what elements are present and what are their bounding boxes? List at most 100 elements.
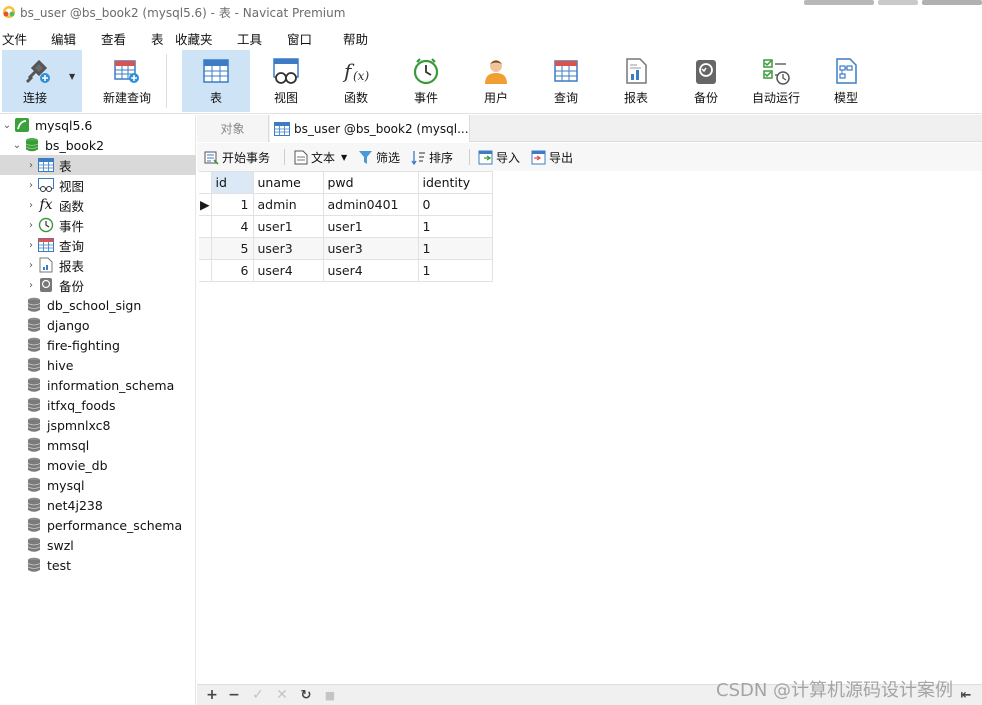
cell-id[interactable]: 6: [210, 259, 254, 282]
tree-database-item[interactable]: net4j238: [0, 495, 196, 515]
menu-tools[interactable]: 工具: [237, 29, 262, 48]
chevron-down-icon[interactable]: ⌄: [2, 120, 12, 131]
tree-database-label: hive: [47, 357, 74, 373]
column-header-id[interactable]: id: [210, 171, 254, 194]
filter-button[interactable]: 筛选: [358, 148, 400, 166]
import-button[interactable]: 导入: [478, 148, 520, 166]
tree-database-item[interactable]: db_school_sign: [0, 295, 196, 315]
tree-database-item[interactable]: django: [0, 315, 196, 335]
cell-uname[interactable]: user4: [252, 259, 324, 282]
tree-database-item[interactable]: swzl: [0, 535, 196, 555]
column-header-pwd[interactable]: pwd: [322, 171, 419, 194]
add-record-icon[interactable]: +: [203, 686, 221, 704]
tree-item-reports[interactable]: › 报表: [0, 255, 196, 275]
tree-database-item[interactable]: performance_schema: [0, 515, 196, 535]
connect-dropdown-icon[interactable]: ▼: [69, 72, 75, 81]
chevron-right-icon[interactable]: ›: [26, 160, 36, 171]
menu-table[interactable]: 表: [151, 29, 164, 48]
chevron-right-icon[interactable]: ›: [26, 180, 36, 191]
cell-pwd[interactable]: user4: [322, 259, 419, 282]
tab-bs-user[interactable]: bs_user @bs_book2 (mysql...: [270, 115, 470, 142]
tree-item-queries[interactable]: › 查询: [0, 235, 196, 255]
tree-database-item[interactable]: mmsql: [0, 435, 196, 455]
cell-id[interactable]: 1: [210, 193, 254, 216]
menu-file[interactable]: 文件: [2, 29, 27, 48]
tree-connection-mysql56[interactable]: ⌄ mysql5.6: [0, 115, 196, 135]
cell-id[interactable]: 5: [210, 237, 254, 260]
menu-view[interactable]: 查看: [101, 29, 126, 48]
cell-pwd[interactable]: admin0401: [322, 193, 419, 216]
table-button[interactable]: 表: [182, 50, 250, 112]
automation-button[interactable]: 自动运行: [742, 50, 810, 112]
cell-pwd[interactable]: user3: [322, 237, 419, 260]
tree-database-item[interactable]: fire-fighting: [0, 335, 196, 355]
chevron-right-icon[interactable]: ›: [26, 200, 36, 211]
cell-identity[interactable]: 1: [417, 215, 493, 238]
tree-item-functions[interactable]: › fx 函数: [0, 195, 196, 215]
function-button[interactable]: f (x) 函数: [322, 50, 390, 112]
tree-item-views[interactable]: › 视图: [0, 175, 196, 195]
connect-button[interactable]: 连接: [2, 50, 82, 112]
cell-identity[interactable]: 1: [417, 237, 493, 260]
database-icon: [26, 317, 42, 333]
text-button[interactable]: 文本 ▼: [294, 148, 347, 166]
apply-changes-icon[interactable]: ✓: [249, 686, 267, 704]
table-row[interactable]: 5 user3 user3 1: [199, 237, 493, 260]
tab-objects[interactable]: 对象: [197, 115, 269, 142]
refresh-icon[interactable]: ↻: [297, 686, 315, 704]
tree-database-item[interactable]: itfxq_foods: [0, 395, 196, 415]
report-button[interactable]: 报表: [602, 50, 670, 112]
tree-database-item[interactable]: information_schema: [0, 375, 196, 395]
tree-item-tables[interactable]: › 表: [0, 155, 196, 175]
chevron-right-icon[interactable]: ›: [26, 260, 36, 271]
cell-identity[interactable]: 1: [417, 259, 493, 282]
table-row[interactable]: ▶ 1 admin admin0401 0: [199, 193, 493, 216]
menu-bar: 文件 编辑 查看 表 收藏夹 工具 窗口 帮助: [0, 25, 982, 47]
event-button[interactable]: 事件: [392, 50, 460, 112]
table-row[interactable]: 6 user4 user4 1: [199, 259, 493, 282]
backup-button[interactable]: 备份: [672, 50, 740, 112]
tree-item-backups[interactable]: › 备份: [0, 275, 196, 295]
menu-help[interactable]: 帮助: [343, 29, 368, 48]
sort-button[interactable]: 排序: [411, 148, 453, 166]
query-button[interactable]: 查询: [532, 50, 600, 112]
stop-icon[interactable]: ■: [321, 686, 339, 704]
discard-changes-icon[interactable]: ✕: [273, 686, 291, 704]
user-button[interactable]: 用户: [462, 50, 530, 112]
row-marker-header: [199, 171, 212, 194]
row-marker: [199, 259, 212, 282]
cell-pwd[interactable]: user1: [322, 215, 419, 238]
menu-favorites[interactable]: 收藏夹: [175, 29, 213, 48]
new-query-button[interactable]: 新建查询: [84, 50, 170, 112]
cell-uname[interactable]: user1: [252, 215, 324, 238]
tree-database-item[interactable]: test: [0, 555, 196, 575]
table-row[interactable]: 4 user1 user1 1: [199, 215, 493, 238]
cell-identity[interactable]: 0: [417, 193, 493, 216]
tree-item-events[interactable]: › 事件: [0, 215, 196, 235]
chevron-right-icon[interactable]: ›: [26, 240, 36, 251]
chevron-right-icon[interactable]: ›: [26, 280, 36, 291]
delete-record-icon[interactable]: −: [225, 686, 243, 704]
chevron-right-icon[interactable]: ›: [26, 220, 36, 231]
caret-down-icon[interactable]: ▼: [341, 153, 347, 162]
menu-window[interactable]: 窗口: [287, 29, 312, 48]
model-button[interactable]: 模型: [812, 50, 880, 112]
cell-id[interactable]: 4: [210, 215, 254, 238]
view-button[interactable]: 视图: [252, 50, 320, 112]
column-header-identity[interactable]: identity: [417, 171, 493, 194]
tree-database-label: swzl: [47, 537, 74, 553]
tree-database-item[interactable]: hive: [0, 355, 196, 375]
menu-edit[interactable]: 编辑: [51, 29, 76, 48]
cell-uname[interactable]: user3: [252, 237, 324, 260]
tree-database-item[interactable]: movie_db: [0, 455, 196, 475]
tree-database-bs-book2[interactable]: ⌄ bs_book2: [0, 135, 196, 155]
column-header-uname[interactable]: uname: [252, 171, 324, 194]
export-icon: [531, 150, 546, 164]
cell-uname[interactable]: admin: [252, 193, 324, 216]
begin-transaction-button[interactable]: 开始事务: [204, 148, 270, 166]
chevron-down-icon[interactable]: ⌄: [12, 140, 22, 151]
tree-database-item[interactable]: jspmnlxc8: [0, 415, 196, 435]
tree-database-item[interactable]: mysql: [0, 475, 196, 495]
first-record-icon[interactable]: ⇤: [957, 686, 975, 704]
export-button[interactable]: 导出: [531, 148, 573, 166]
